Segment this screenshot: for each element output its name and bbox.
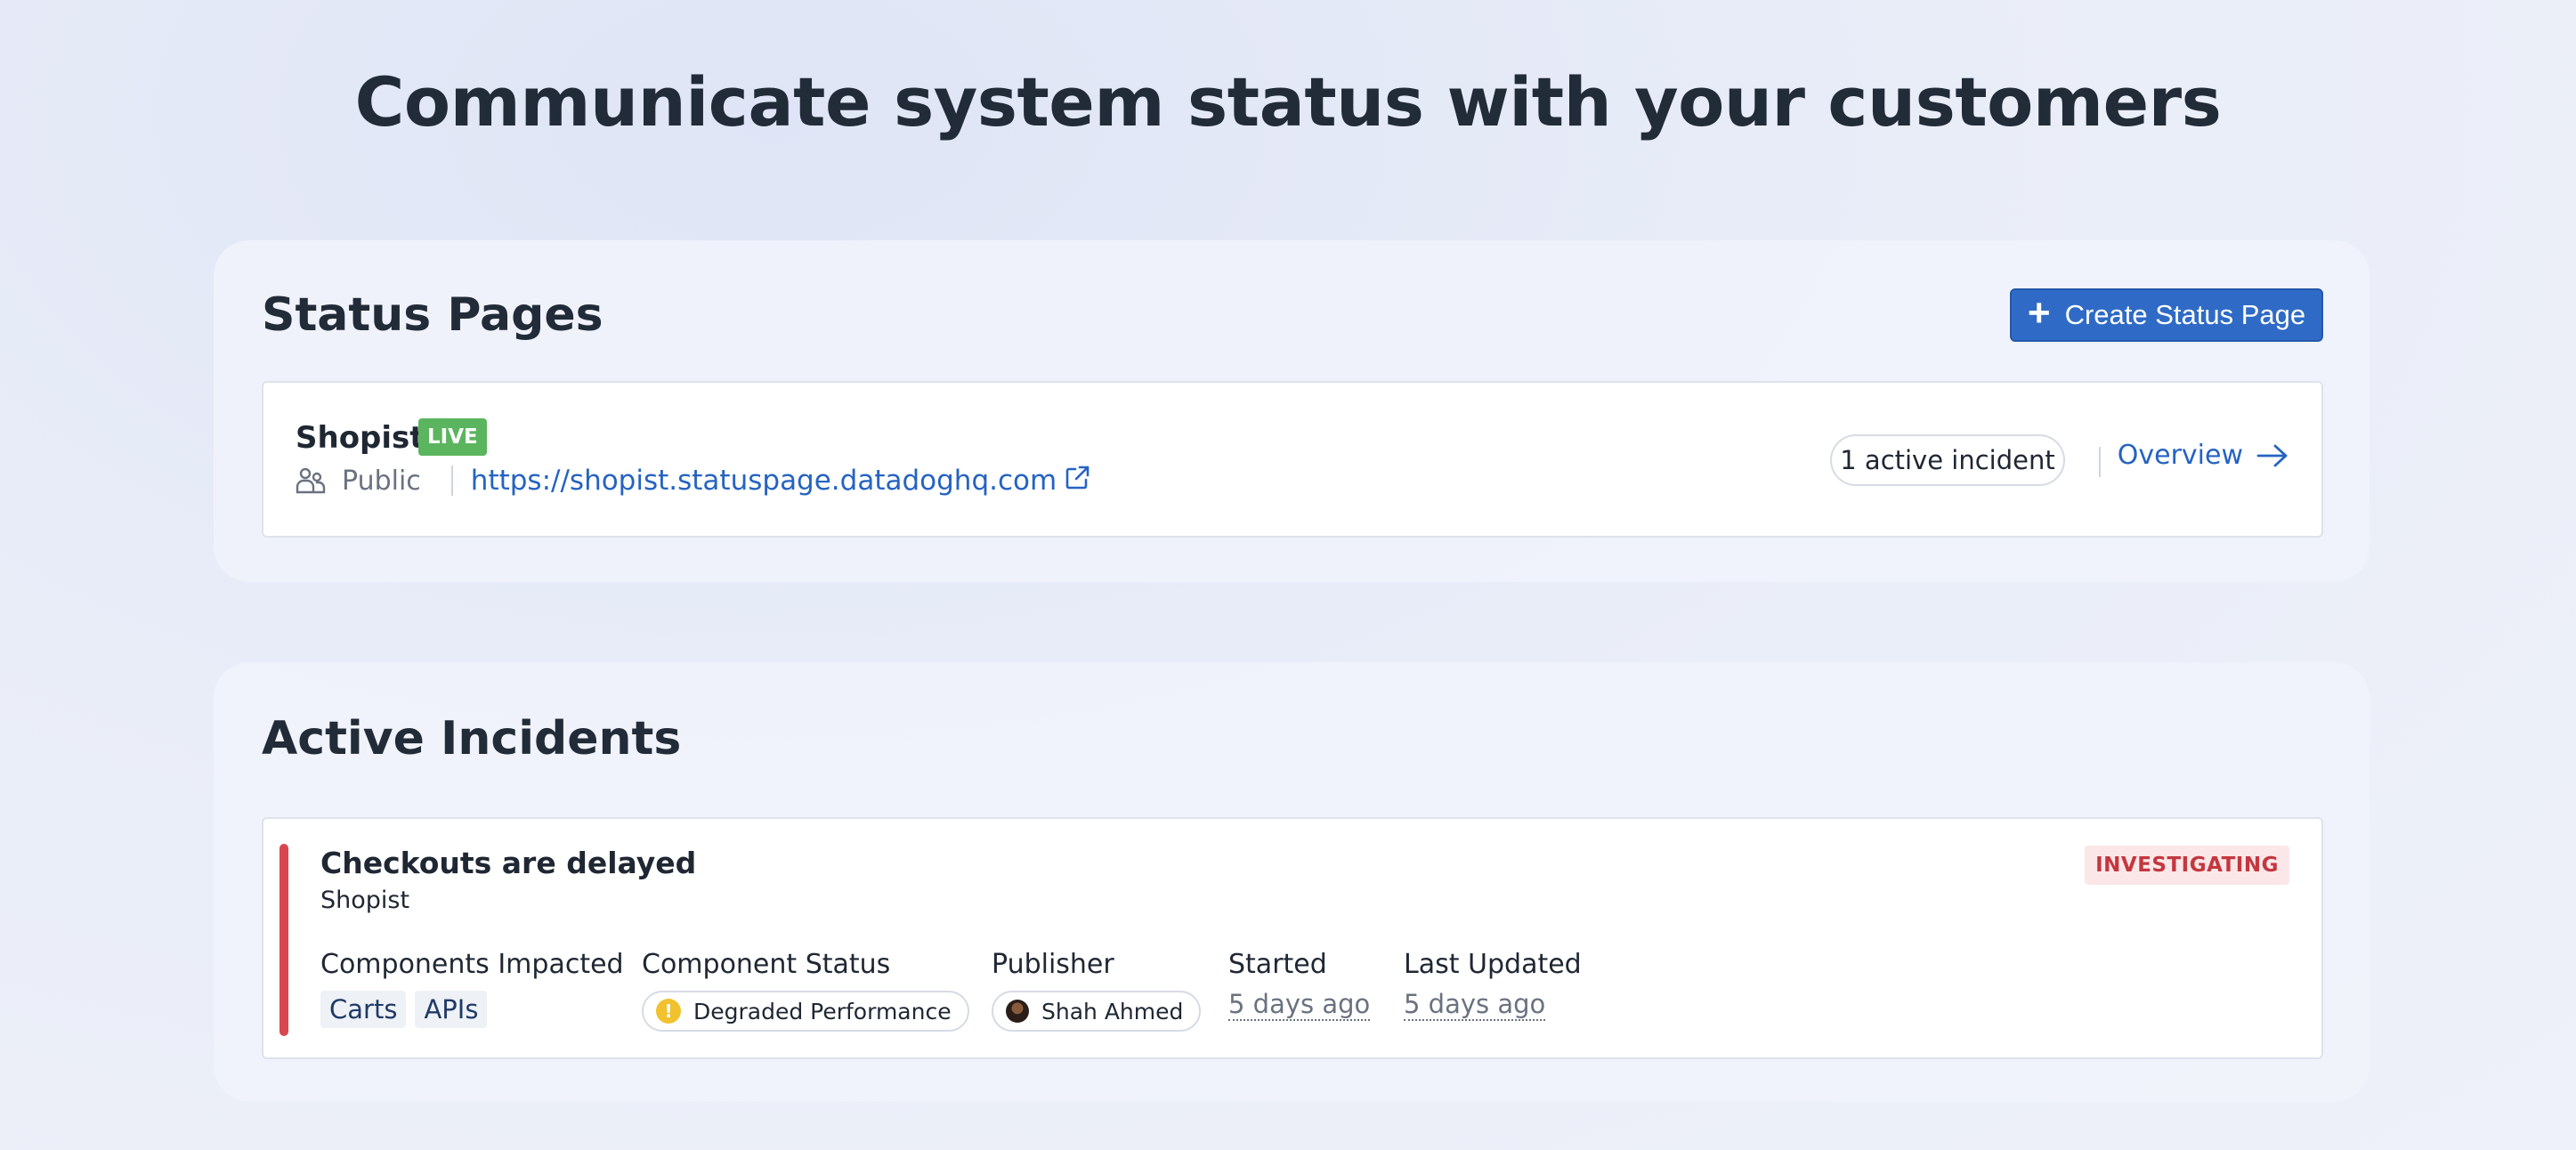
- divider: [2099, 447, 2101, 477]
- publisher-label: Publisher: [992, 949, 1114, 980]
- live-badge: LIVE: [418, 418, 487, 456]
- severity-bar: [279, 844, 288, 1036]
- overview-link[interactable]: Overview: [2118, 440, 2289, 471]
- people-icon: [296, 467, 326, 494]
- status-page-name: Shopist: [296, 420, 425, 456]
- status-page-url-link[interactable]: https://shopist.statuspage.datadoghq.com: [471, 465, 1057, 497]
- active-incident-count-pill[interactable]: 1 active incident: [1830, 434, 2065, 486]
- last-updated-time[interactable]: 5 days ago: [1404, 990, 1546, 1021]
- publisher-column: Publisher Shah Ahmed: [992, 949, 1202, 1032]
- incident-status-page: Shopist: [320, 887, 410, 914]
- active-incidents-panel: Active Incidents Checkouts are delayed S…: [214, 662, 2369, 1102]
- warning-icon: !: [656, 999, 681, 1024]
- overview-label: Overview: [2117, 440, 2243, 471]
- status-pages-panel: Status Pages + Create Status Page Shopis…: [214, 240, 2369, 582]
- arrow-right-icon: [2256, 444, 2288, 466]
- create-status-page-button[interactable]: + Create Status Page: [2010, 288, 2323, 342]
- page-title: Communicate system status with your cust…: [354, 62, 2222, 142]
- plus-icon: +: [2027, 291, 2051, 335]
- started-label: Started: [1228, 949, 1327, 980]
- component-tag-apis: APIs: [415, 991, 488, 1028]
- started-column: Started 5 days ago: [1228, 949, 1371, 1021]
- visibility-label: Public: [342, 465, 421, 497]
- started-time[interactable]: 5 days ago: [1228, 990, 1371, 1021]
- incident-card[interactable]: Checkouts are delayed Shopist INVESTIGAT…: [262, 817, 2323, 1059]
- incident-state-badge: INVESTIGATING: [2085, 846, 2289, 885]
- component-status-column: Component Status ! Degraded Performance: [642, 949, 969, 1032]
- component-status-value: Degraded Performance: [693, 998, 952, 1024]
- components-impacted-column: Components Impacted Carts APIs: [320, 949, 624, 1028]
- active-incidents-title: Active Incidents: [262, 712, 682, 765]
- external-link-icon[interactable]: [1064, 465, 1090, 491]
- last-updated-column: Last Updated 5 days ago: [1404, 949, 1582, 1021]
- status-page-meta: Public https://shopist.statuspage.datado…: [296, 465, 1090, 497]
- divider: [450, 466, 453, 496]
- component-tag-carts: Carts: [320, 991, 407, 1028]
- status-page-card[interactable]: Shopist LIVE Public https://shopist.stat…: [262, 381, 2323, 538]
- publisher-name: Shah Ahmed: [1041, 998, 1184, 1024]
- publisher-chip: Shah Ahmed: [992, 991, 1202, 1032]
- create-status-page-label: Create Status Page: [2064, 299, 2306, 330]
- status-pages-title: Status Pages: [262, 288, 603, 342]
- incident-title: Checkouts are delayed: [320, 846, 697, 880]
- avatar: [1006, 1000, 1029, 1023]
- component-status-chip: ! Degraded Performance: [642, 991, 969, 1032]
- last-updated-label: Last Updated: [1404, 949, 1582, 980]
- component-status-label: Component Status: [642, 949, 891, 980]
- components-impacted-label: Components Impacted: [320, 949, 624, 980]
